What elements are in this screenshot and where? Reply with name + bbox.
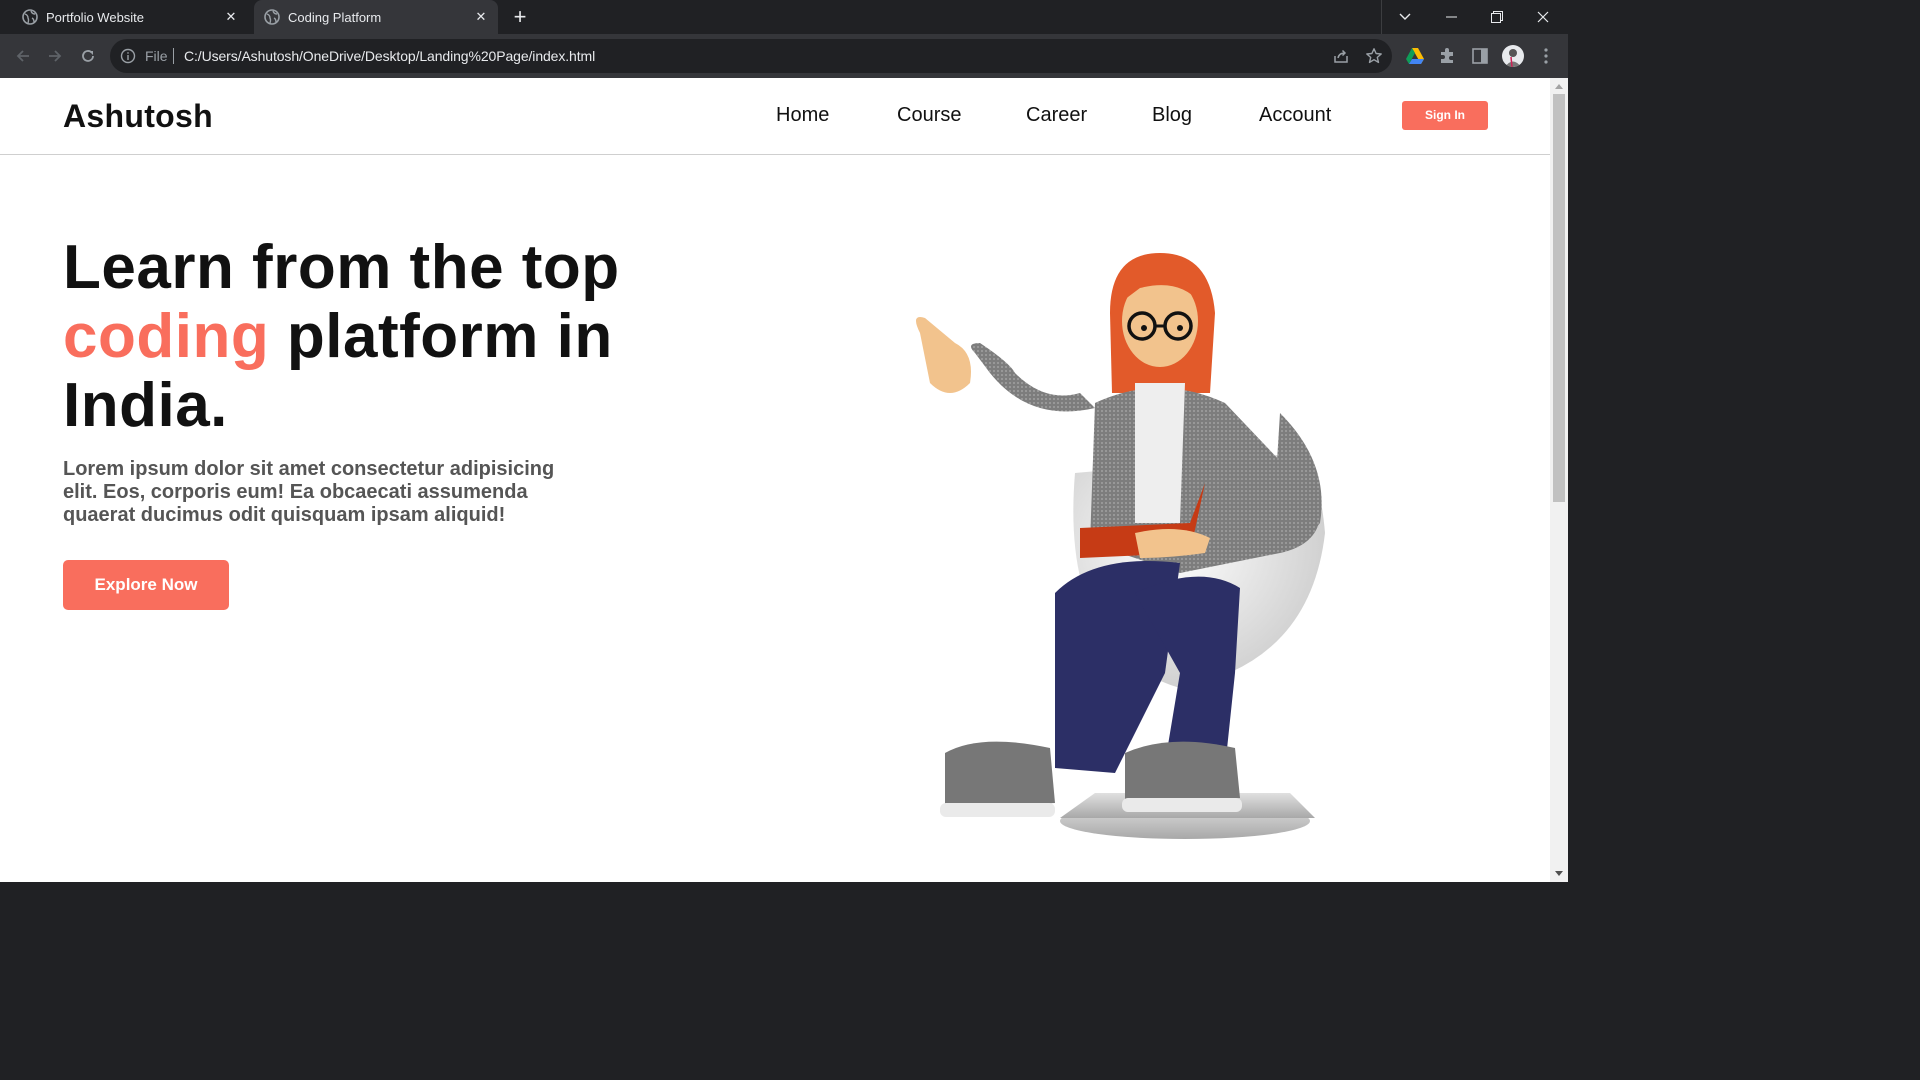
- avatar[interactable]: [1502, 45, 1524, 67]
- back-icon[interactable]: [12, 45, 34, 67]
- forward-icon[interactable]: [44, 45, 66, 67]
- plus-icon[interactable]: +: [508, 5, 532, 29]
- scroll-up-icon[interactable]: [1555, 84, 1563, 89]
- browser-toolbar: File C:/Users/Ashutosh/OneDrive/Desktop/…: [0, 34, 1568, 78]
- info-icon[interactable]: [120, 48, 136, 64]
- kebab-menu-icon[interactable]: [1536, 46, 1556, 66]
- side-panel-icon[interactable]: [1470, 46, 1490, 66]
- explore-now-button[interactable]: Explore Now: [63, 560, 229, 610]
- divider: [173, 48, 174, 64]
- page-scrollbar[interactable]: [1550, 78, 1568, 882]
- sign-in-button[interactable]: Sign In: [1402, 101, 1488, 130]
- minimize-icon[interactable]: [1428, 0, 1474, 34]
- tab-title: Coding Platform: [288, 9, 382, 25]
- globe-icon: [22, 9, 38, 25]
- tab-portfolio-website[interactable]: Portfolio Website ✕: [8, 0, 248, 34]
- tab-strip: Portfolio Website ✕ Coding Platform ✕ +: [0, 0, 1568, 34]
- star-icon[interactable]: [1365, 47, 1383, 65]
- hero-title-line2: platform in: [269, 302, 613, 371]
- nav-career[interactable]: Career: [1026, 104, 1087, 127]
- reload-icon[interactable]: [77, 45, 99, 67]
- hero-title: Learn from the top coding platform in In…: [63, 233, 723, 440]
- puzzle-icon[interactable]: [1437, 46, 1457, 66]
- nav-course[interactable]: Course: [897, 104, 961, 127]
- character-illustration: [916, 253, 1325, 839]
- hero-title-line3: India.: [63, 371, 228, 440]
- page-viewport: Ashutosh Home Course Career Blog Account…: [0, 78, 1550, 882]
- scroll-down-icon[interactable]: [1555, 871, 1563, 876]
- hero-title-accent: coding: [63, 302, 270, 371]
- hero-description: Lorem ipsum dolor sit amet consectetur a…: [63, 458, 555, 526]
- google-drive-icon[interactable]: [1405, 46, 1425, 66]
- nav-home[interactable]: Home: [776, 104, 829, 127]
- restore-icon[interactable]: [1474, 0, 1520, 34]
- hero-title-line1: Learn from the top: [63, 233, 620, 302]
- site-header: Ashutosh Home Course Career Blog Account…: [0, 78, 1550, 155]
- window-close-icon[interactable]: [1520, 0, 1566, 34]
- close-icon[interactable]: ✕: [472, 8, 490, 26]
- site-logo[interactable]: Ashutosh: [63, 98, 213, 135]
- scroll-thumb[interactable]: [1553, 94, 1565, 502]
- address-scheme: File: [145, 48, 168, 64]
- chevron-down-icon[interactable]: [1382, 0, 1428, 34]
- globe-icon: [264, 9, 280, 25]
- address-url[interactable]: C:/Users/Ashutosh/OneDrive/Desktop/Landi…: [184, 48, 595, 64]
- share-icon[interactable]: [1332, 47, 1350, 65]
- nav-account[interactable]: Account: [1259, 104, 1331, 127]
- close-icon[interactable]: ✕: [222, 8, 240, 26]
- tab-coding-platform[interactable]: Coding Platform ✕: [254, 0, 498, 34]
- nav-blog[interactable]: Blog: [1152, 104, 1192, 127]
- tab-title: Portfolio Website: [46, 9, 145, 25]
- address-bar[interactable]: File C:/Users/Ashutosh/OneDrive/Desktop/…: [110, 39, 1392, 73]
